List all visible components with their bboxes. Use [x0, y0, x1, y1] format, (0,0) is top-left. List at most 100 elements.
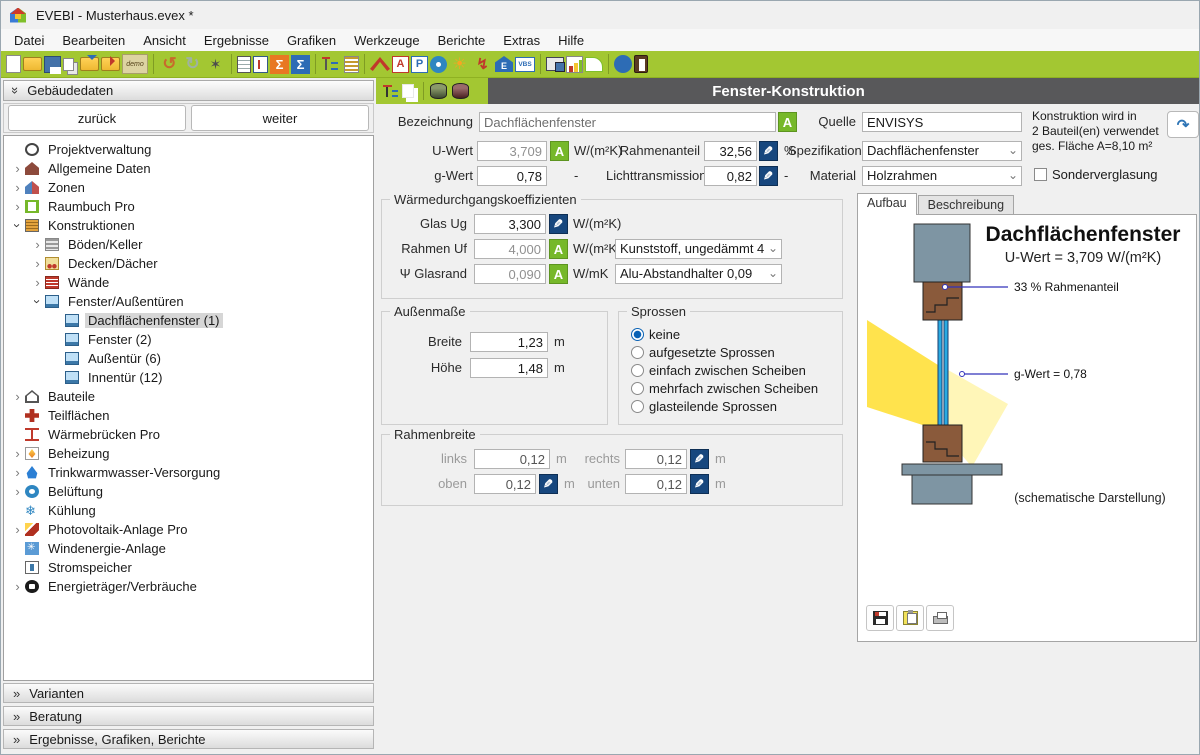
tree-item[interactable]: Windenergie-Anlage [4, 539, 373, 558]
accordion-beratung[interactable]: »Beratung [3, 706, 374, 726]
tree-item[interactable]: ›Wände [4, 273, 373, 292]
spezifikation-dropdown[interactable]: Dachflächenfenster ⌄ [862, 141, 1022, 161]
frame-type-dropdown[interactable]: Kunststoff, ungedämmt 4⌄ [615, 239, 782, 259]
rechts-edit-pencil-button[interactable] [690, 449, 709, 469]
unten-edit-pencil-button[interactable] [690, 474, 709, 494]
import-icon[interactable] [80, 57, 99, 71]
list-details-icon[interactable] [344, 56, 359, 73]
undo-icon[interactable] [159, 54, 180, 75]
energy-curve-icon[interactable] [585, 57, 603, 72]
sprossen-radio-2[interactable] [631, 364, 644, 377]
rechts-input[interactable] [625, 449, 687, 469]
chart-colors-icon[interactable] [566, 56, 583, 73]
export-icon[interactable] [101, 57, 120, 71]
new-file-icon[interactable] [6, 55, 21, 73]
g-wert-input[interactable] [477, 166, 547, 186]
back-button[interactable]: zurück [8, 105, 186, 131]
expander-collapsed-icon[interactable]: › [10, 522, 25, 537]
report-doc-icon[interactable] [237, 56, 251, 73]
expander-collapsed-icon[interactable]: › [30, 256, 45, 271]
expander-collapsed-icon[interactable]: › [10, 180, 25, 195]
magic-wand-icon[interactable] [205, 54, 226, 75]
oben-input[interactable] [474, 474, 536, 494]
edit-pencil-button[interactable] [549, 214, 568, 234]
demo-icon[interactable]: demo [122, 54, 148, 74]
diagram-copy-button[interactable] [896, 605, 924, 631]
lightning-icon[interactable] [472, 54, 493, 75]
menu-item-bearbeiten[interactable]: Bearbeiten [53, 31, 134, 50]
rahmenanteil-edit-pencil-button[interactable] [759, 141, 778, 161]
tree-item[interactable]: Wärmebrücken Pro [4, 425, 373, 444]
redo-icon[interactable] [182, 54, 203, 75]
expander-collapsed-icon[interactable]: › [10, 161, 25, 176]
expander-collapsed-icon[interactable]: › [10, 199, 25, 214]
sprossen-radio-4[interactable] [631, 400, 644, 413]
tree-item[interactable]: ›Beheizung [4, 444, 373, 463]
tab-beschreibung[interactable]: Beschreibung [918, 195, 1014, 215]
sonderverglasung-checkbox[interactable] [1034, 168, 1047, 181]
module-p-icon[interactable]: P [411, 56, 428, 73]
open-folder-icon[interactable] [23, 57, 42, 71]
tree-item[interactable]: ›Böden/Keller [4, 235, 373, 254]
sprossen-radio-0[interactable] [631, 328, 644, 341]
tree-item[interactable]: Projektverwaltung [4, 140, 373, 159]
tree-item[interactable]: Innentür (12) [4, 368, 373, 387]
copy-icon[interactable] [63, 58, 74, 71]
oben-edit-pencil-button[interactable] [539, 474, 558, 494]
höhe-input[interactable] [470, 358, 548, 378]
tree-item[interactable]: ›Bauteile [4, 387, 373, 406]
help-icon[interactable] [614, 55, 632, 73]
tree-item[interactable]: Kühlung [4, 501, 373, 520]
diagram-print-button[interactable] [926, 605, 954, 631]
bezeichnung-input[interactable] [479, 112, 776, 132]
tree-item[interactable]: ›Konstruktionen [4, 216, 373, 235]
menu-item-berichte[interactable]: Berichte [429, 31, 495, 50]
auto-badge[interactable]: A [549, 239, 568, 259]
copy-icon[interactable] [402, 84, 414, 98]
save-icon[interactable] [44, 56, 61, 73]
menu-item-werkzeuge[interactable]: Werkzeuge [345, 31, 429, 50]
rahmenanteil-input[interactable] [704, 141, 757, 161]
door-icon[interactable] [634, 55, 648, 73]
fan-icon[interactable] [430, 56, 447, 73]
db-export-icon[interactable] [428, 81, 448, 101]
tree-item[interactable]: ›Raumbuch Pro [4, 197, 373, 216]
tab-aufbau[interactable]: Aufbau [857, 193, 917, 215]
accordion-varianten[interactable]: »Varianten [3, 683, 374, 703]
monitor-report-icon[interactable] [546, 57, 564, 71]
menu-item-hilfe[interactable]: Hilfe [549, 31, 593, 50]
tree-item-selected[interactable]: Dachflächenfenster (1) [4, 311, 373, 330]
tree-item[interactable]: ›Zonen [4, 178, 373, 197]
tree-item[interactable]: Teilflächen [4, 406, 373, 425]
menu-item-ergebnisse[interactable]: Ergebnisse [195, 31, 278, 50]
u-wert-auto-badge[interactable]: A [550, 141, 569, 161]
expander-collapsed-icon[interactable]: › [10, 389, 25, 404]
auto-badge[interactable]: A [549, 264, 568, 284]
tree-item[interactable]: ›Photovoltaik-Anlage Pro [4, 520, 373, 539]
sidebar-header[interactable]: » Gebäudedaten [3, 80, 374, 101]
tree-item[interactable]: ›Fenster/Außentüren [4, 292, 373, 311]
sun-icon[interactable] [449, 54, 470, 75]
structure-tree-icon[interactable] [321, 54, 342, 75]
material-dropdown[interactable]: Holzrahmen ⌄ [862, 166, 1022, 186]
tree-item[interactable]: ›Allgemeine Daten [4, 159, 373, 178]
next-button[interactable]: weiter [191, 105, 369, 131]
tree-item[interactable]: ›Energieträger/Verbräuche [4, 577, 373, 596]
unten-input[interactable] [625, 474, 687, 494]
diagram-save-button[interactable] [866, 605, 894, 631]
structure-icon[interactable] [381, 81, 401, 101]
menu-item-ansicht[interactable]: Ansicht [134, 31, 195, 50]
lichttransmission-edit-pencil-button[interactable] [759, 166, 778, 186]
lichttransmission-input[interactable] [704, 166, 757, 186]
sprossen-radio-3[interactable] [631, 382, 644, 395]
expander-collapsed-icon[interactable]: › [30, 275, 45, 290]
menu-item-grafiken[interactable]: Grafiken [278, 31, 345, 50]
sigma-orange-icon[interactable]: Σ [270, 55, 289, 74]
links-input[interactable] [474, 449, 550, 469]
expander-collapsed-icon[interactable]: › [10, 465, 25, 480]
expander-expanded-icon[interactable]: › [10, 218, 25, 233]
sprossen-radio-1[interactable] [631, 346, 644, 359]
db-import-icon[interactable] [450, 81, 470, 101]
menu-item-extras[interactable]: Extras [494, 31, 549, 50]
tree-item[interactable]: Fenster (2) [4, 330, 373, 349]
